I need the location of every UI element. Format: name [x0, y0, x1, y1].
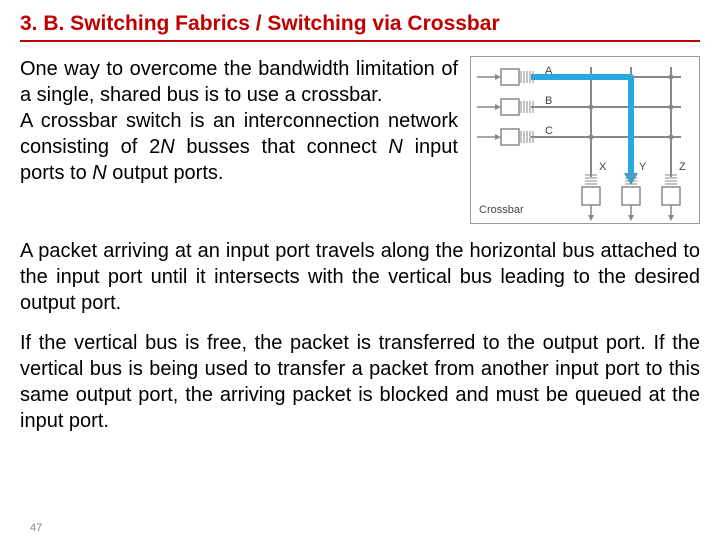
var-n1: N [160, 136, 174, 158]
in-label-a: A [545, 65, 553, 77]
in-label-c: C [545, 125, 553, 137]
var-n3: N [92, 162, 106, 184]
in-label-b: B [545, 95, 552, 107]
intro-paragraph: One way to overcome the bandwidth limita… [20, 56, 458, 224]
para1-end: output ports. [107, 162, 224, 184]
out-label-x: X [599, 161, 607, 173]
crossbar-diagram: A B C [470, 56, 700, 224]
out-label-z: Z [679, 161, 686, 173]
diagram-caption: Crossbar [479, 204, 524, 216]
page-number: 47 [30, 522, 42, 534]
intro-row: One way to overcome the bandwidth limita… [20, 56, 700, 224]
para1-sentence1: One way to overcome the bandwidth limita… [20, 58, 458, 106]
para1-mid: busses that connect [175, 136, 389, 158]
out-label-y: Y [639, 161, 647, 173]
paragraph-3: If the vertical bus is free, the packet … [20, 330, 700, 434]
slide-page: 3. B. Switching Fabrics / Switching via … [0, 0, 720, 540]
var-n2: N [388, 136, 402, 158]
section-title: 3. B. Switching Fabrics / Switching via … [20, 12, 700, 42]
paragraph-2: A packet arriving at an input port trave… [20, 238, 700, 316]
crossbar-svg: A B C [471, 57, 699, 223]
